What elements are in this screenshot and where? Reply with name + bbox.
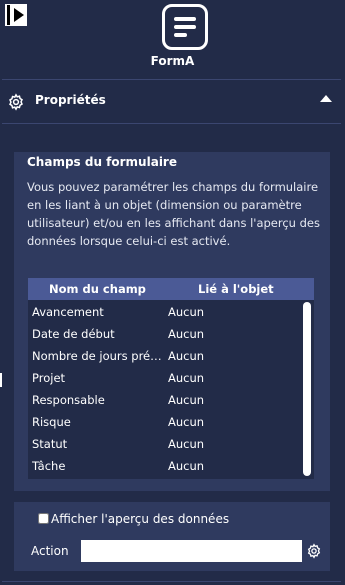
field-name: Projet <box>32 371 66 385</box>
fields-title: Champs du formulaire <box>27 155 177 169</box>
chevron-up-icon[interactable] <box>320 95 332 102</box>
properties-section-header[interactable]: Propriétés <box>2 80 341 124</box>
table-row[interactable]: Date de début Aucun <box>28 323 300 345</box>
table-row[interactable]: Projet Aucun <box>28 367 300 389</box>
section-title: Propriétés <box>35 93 106 107</box>
field-name: Statut <box>32 437 68 451</box>
divider <box>2 123 341 124</box>
gear-icon <box>9 93 23 111</box>
action-gear-icon[interactable] <box>306 543 322 559</box>
table-scrollbar[interactable] <box>303 302 311 476</box>
table-header: Nom du champ Lié à l'objet <box>28 278 314 300</box>
column-header-field-name[interactable]: Nom du champ <box>49 282 146 296</box>
app-title: FormA <box>150 54 195 68</box>
expand-panel-icon[interactable] <box>5 4 27 26</box>
table-row[interactable]: Nombre de jours prévus Aucun <box>28 345 300 367</box>
fields-table: Nom du champ Lié à l'objet Avancement Au… <box>28 278 314 479</box>
linked-object[interactable]: Aucun <box>168 393 204 407</box>
form-fields-panel: Champs du formulaire Vous pouvez paramét… <box>14 152 330 491</box>
table-row[interactable]: Statut Aucun <box>28 433 300 455</box>
field-name: Responsable <box>32 393 105 407</box>
fields-description: Vous pouvez paramétrer les champs du for… <box>27 180 320 248</box>
field-name: Date de début <box>32 327 115 341</box>
field-name: Risque <box>32 415 71 429</box>
field-name: Avancement <box>32 305 104 319</box>
action-input[interactable] <box>81 540 302 562</box>
linked-object[interactable]: Aucun <box>168 415 204 429</box>
field-name: Tâche <box>32 459 66 473</box>
preview-checkbox-label[interactable]: Afficher l'aperçu des données <box>51 512 229 526</box>
table-row[interactable]: Avancement Aucun <box>28 301 300 323</box>
linked-object[interactable]: Aucun <box>168 437 204 451</box>
linked-object[interactable]: Aucun <box>168 371 204 385</box>
field-name: Nombre de jours prévus <box>32 349 163 363</box>
action-label: Action <box>31 544 69 558</box>
table-row[interactable]: Tâche Aucun <box>28 455 300 477</box>
preview-panel: Afficher l'aperçu des données Action <box>14 502 330 571</box>
table-row[interactable]: Responsable Aucun <box>28 389 300 411</box>
linked-object[interactable]: Aucun <box>168 305 204 319</box>
divider <box>2 581 341 582</box>
linked-object[interactable]: Aucun <box>168 327 204 341</box>
form-lines-icon <box>162 4 208 50</box>
preview-checkbox[interactable] <box>38 513 49 524</box>
linked-object[interactable]: Aucun <box>168 349 204 363</box>
linked-object[interactable]: Aucun <box>168 459 204 473</box>
column-header-linked-object[interactable]: Lié à l'objet <box>198 282 274 296</box>
table-row[interactable]: Risque Aucun <box>28 411 300 433</box>
resize-handle[interactable] <box>0 373 2 387</box>
